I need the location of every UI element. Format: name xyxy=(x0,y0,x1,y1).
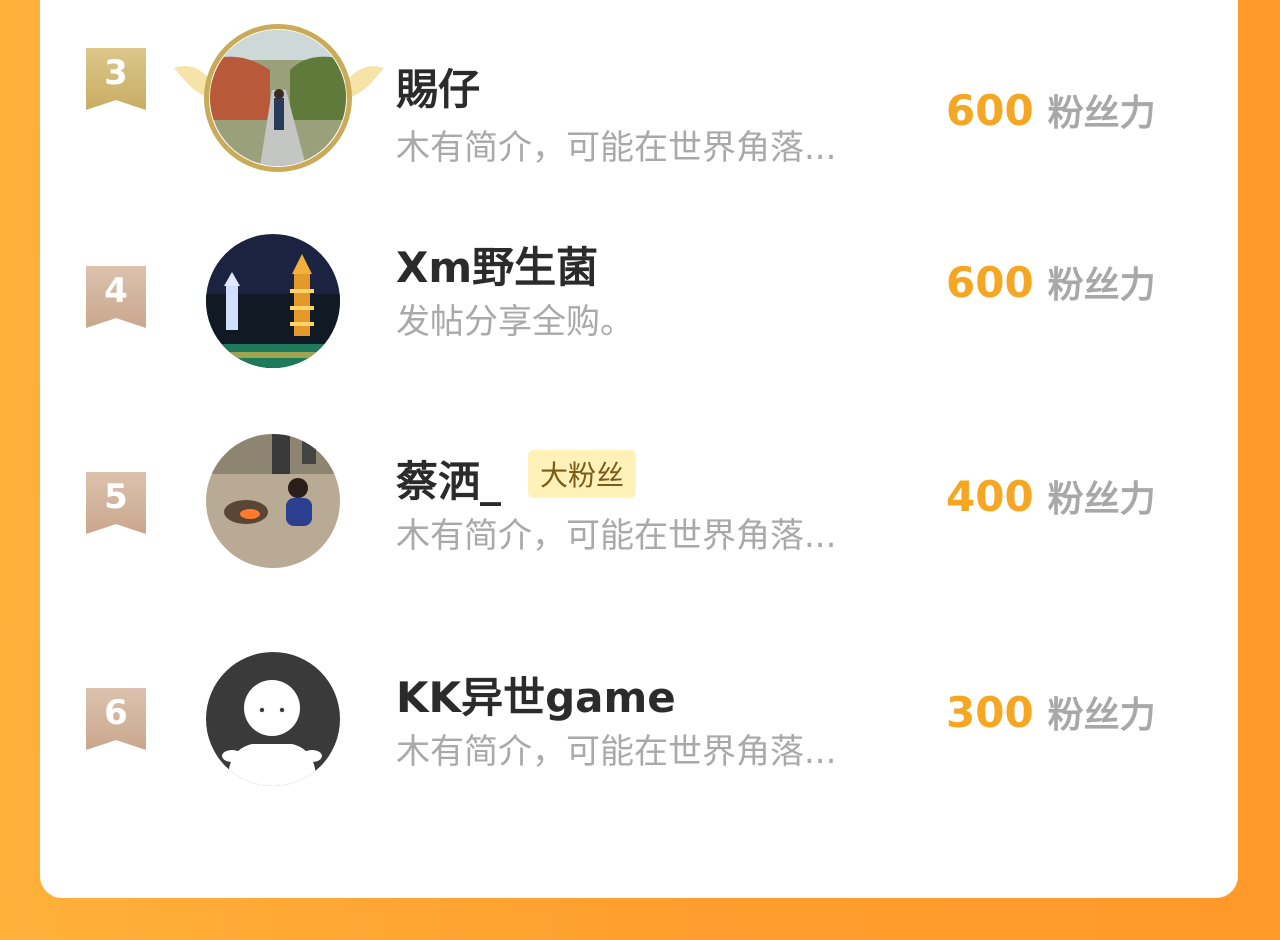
user-name[interactable]: 賜仔 xyxy=(396,56,480,117)
score-unit: 粉丝力 xyxy=(1047,695,1156,736)
rank-badge: 5 xyxy=(86,472,146,534)
big-fan-badge: 大粉丝 xyxy=(528,450,637,498)
user-name[interactable]: Xm野生菌 xyxy=(396,234,598,295)
rank-badge: 6 xyxy=(86,688,146,750)
fan-power-score: 600 粉丝力 xyxy=(946,256,1156,308)
avatar[interactable] xyxy=(206,434,340,568)
score-unit: 粉丝力 xyxy=(1047,479,1156,520)
fan-power-score: 300 粉丝力 xyxy=(946,686,1156,738)
user-description: 木有简介，可能在世界角落... xyxy=(396,128,837,168)
score-unit: 粉丝力 xyxy=(1047,265,1156,306)
ranking-row[interactable]: 5 蔡洒_ 大粉丝 木有简介，可能在世界角落... 400 粉丝力 xyxy=(40,434,1238,622)
ranking-row[interactable]: 6 KK异世game 木有简介，可能在世界角落... 300 粉丝力 xyxy=(40,652,1238,842)
rank-badge: 3 xyxy=(86,48,146,110)
score-value: 400 xyxy=(946,472,1034,521)
fan-power-score: 400 粉丝力 xyxy=(946,470,1156,522)
score-value: 600 xyxy=(946,86,1034,135)
score-value: 300 xyxy=(946,688,1034,737)
default-avatar-icon[interactable] xyxy=(206,652,340,786)
ranking-row[interactable]: 4 Xm野生菌 发帖分享全购。 600 粉丝力 xyxy=(40,234,1238,394)
avatar-frame xyxy=(204,24,352,172)
score-value: 600 xyxy=(946,258,1034,307)
ranking-row[interactable]: 3 賜仔 木有简介，可能在世界角落... 600 粉丝力 xyxy=(40,16,1238,176)
user-description: 发帖分享全购。 xyxy=(396,302,634,342)
user-description: 木有简介，可能在世界角落... xyxy=(396,732,837,772)
ranking-card: 3 賜仔 木有简介，可能在世界角落... 600 粉丝力 4 Xm野生菌 发帖分… xyxy=(40,0,1238,898)
user-description: 木有简介，可能在世界角落... xyxy=(396,516,837,556)
score-unit: 粉丝力 xyxy=(1047,93,1156,134)
user-name[interactable]: KK异世game xyxy=(396,664,676,725)
avatar[interactable] xyxy=(206,234,340,368)
user-name[interactable]: 蔡洒_ xyxy=(396,448,501,509)
rank-badge: 4 xyxy=(86,266,146,328)
fan-power-score: 600 粉丝力 xyxy=(946,84,1156,136)
